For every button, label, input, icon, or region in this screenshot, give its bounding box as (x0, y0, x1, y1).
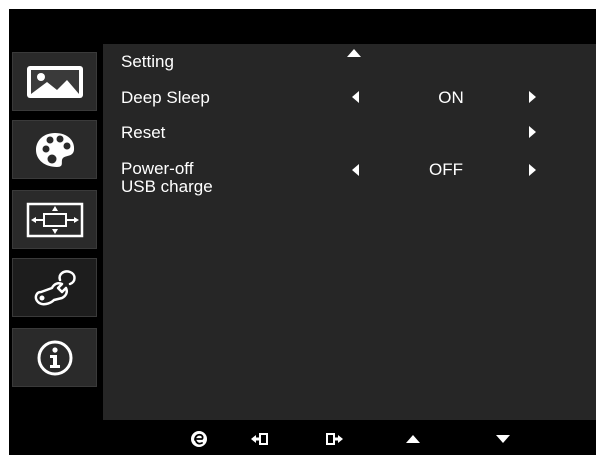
empowering-button[interactable] (189, 429, 209, 449)
sidebar-item-setting[interactable] (12, 258, 97, 317)
enter-button[interactable] (249, 429, 269, 449)
empowering-icon (191, 431, 207, 447)
sidebar (9, 44, 103, 420)
power-off-usb-label-line1: Power-off (121, 159, 194, 178)
deep-sleep-left-arrow-icon[interactable] (352, 91, 359, 103)
power-off-usb-right-arrow-icon[interactable] (529, 164, 536, 176)
down-icon (496, 435, 510, 443)
sidebar-item-information[interactable] (12, 328, 97, 387)
up-button[interactable] (403, 429, 423, 449)
deep-sleep-right-arrow-icon[interactable] (529, 91, 536, 103)
exit-icon (326, 433, 343, 445)
exit-button[interactable] (325, 429, 345, 449)
reset-label[interactable]: Reset (121, 124, 165, 142)
picture-icon (26, 65, 83, 98)
osd-menu: Setting Deep Sleep ON Reset Power-off US… (9, 9, 596, 455)
settings-panel: Setting Deep Sleep ON Reset Power-off US… (103, 44, 596, 420)
reset-right-arrow-icon[interactable] (529, 126, 536, 138)
info-icon (37, 340, 72, 375)
deep-sleep-label: Deep Sleep (121, 88, 210, 107)
scroll-up-icon[interactable] (347, 49, 361, 57)
sidebar-item-display[interactable] (12, 190, 97, 249)
down-button[interactable] (493, 429, 513, 449)
enter-icon (251, 433, 268, 445)
sidebar-item-color[interactable] (12, 120, 97, 179)
up-icon (406, 435, 420, 443)
power-off-usb-label-line2: USB charge (121, 177, 213, 196)
power-off-usb-left-arrow-icon[interactable] (352, 164, 359, 176)
display-position-icon (26, 202, 83, 237)
button-hint-bar (103, 423, 596, 455)
sidebar-item-picture[interactable] (12, 52, 97, 111)
menu-title: Setting (121, 52, 174, 71)
palette-icon (35, 132, 74, 167)
deep-sleep-value: ON (438, 88, 464, 107)
wrench-icon (34, 269, 76, 305)
power-off-usb-value: OFF (429, 160, 463, 179)
